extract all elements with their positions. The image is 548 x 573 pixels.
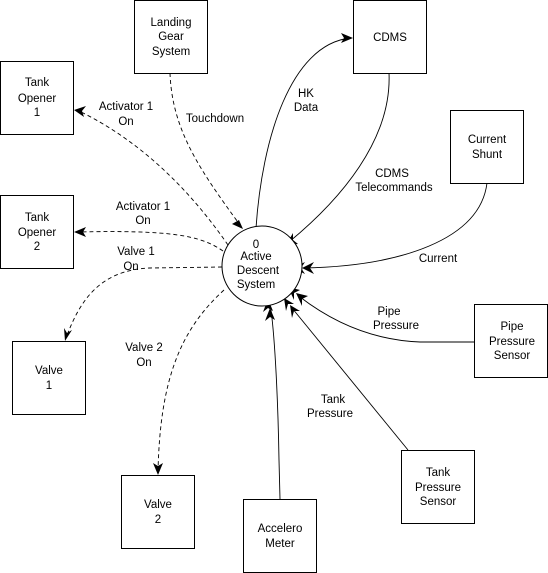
entity-valve-1[interactable]: Valve 1 xyxy=(12,341,86,415)
flow-valve-2-on: Valve 2 On xyxy=(125,289,225,475)
entity-label: Pressure xyxy=(489,336,535,348)
entity-label: Opener xyxy=(18,227,57,239)
entity-label: Tank xyxy=(25,77,50,89)
entity-landing-gear-system[interactable]: Landing Gear System xyxy=(134,0,208,74)
entity-label: Pressure xyxy=(415,482,461,494)
entity-tank-opener-2[interactable]: Tank Opener 2 xyxy=(0,195,74,269)
entity-label: Current xyxy=(468,134,507,146)
entity-label: System xyxy=(152,46,190,58)
entity-label: Opener xyxy=(18,93,57,105)
entity-current-shunt[interactable]: Current Shunt xyxy=(450,110,524,184)
entity-label: 1 xyxy=(34,107,40,119)
entity-label: Tank xyxy=(426,467,451,479)
arrowhead-icon xyxy=(341,33,353,43)
entity-label: 2 xyxy=(34,241,40,253)
flow-label-pipe-pressure: Pressure xyxy=(373,320,419,332)
data-flow-diagram: Touchdown HK Data CDMS Telecommands Curr… xyxy=(0,0,548,573)
entity-label: Landing xyxy=(151,17,192,29)
flow-label-telecommands: Telecommands xyxy=(355,182,433,194)
process-active-descent-system[interactable]: 0 Active Descent System xyxy=(221,225,303,307)
flow-label-tank-pressure: Pressure xyxy=(307,408,353,420)
flow-label-cdms: CDMS xyxy=(375,168,409,180)
entity-label: Meter xyxy=(265,538,295,550)
entity-label: Gear xyxy=(158,31,184,43)
flow-label-activator1-a: Activator 1 xyxy=(99,101,153,113)
entity-accelero-meter[interactable]: Accelero Meter xyxy=(243,499,317,573)
entity-label: CDMS xyxy=(373,32,407,44)
entity-pipe-pressure-sensor[interactable]: Pipe Pressure Sensor xyxy=(474,304,548,378)
process-label-line3: System xyxy=(237,279,275,291)
flow-label-current: Current xyxy=(419,253,458,265)
arrowhead-icon xyxy=(74,106,86,117)
flow-label-hk-data: Data xyxy=(294,102,319,114)
flow-label-activator1-b: Activator 1 xyxy=(116,201,170,213)
entity-label: 2 xyxy=(155,514,161,526)
flow-label-pipe: Pipe xyxy=(377,306,400,318)
entity-label: Valve xyxy=(144,499,172,511)
flow-label-hk: HK xyxy=(298,88,314,100)
flow-label-on-a: On xyxy=(118,116,133,128)
flow-current: Current xyxy=(293,182,488,274)
entity-valve-2[interactable]: Valve 2 xyxy=(121,475,195,549)
flow-accelerometer xyxy=(263,299,281,500)
flow-touchdown: Touchdown xyxy=(169,72,244,229)
entity-label: Pipe xyxy=(500,321,523,333)
arrowhead-icon xyxy=(265,308,275,321)
flow-label-valve2-on: On xyxy=(136,357,151,369)
arrowhead-icon xyxy=(64,328,72,341)
flow-label-touchdown: Touchdown xyxy=(186,113,244,125)
entity-cdms[interactable]: CDMS xyxy=(353,0,427,74)
process-label-line2: Descent xyxy=(237,265,280,277)
flow-label-valve1-on: On xyxy=(123,261,138,273)
entity-label: Sensor xyxy=(494,350,531,362)
entity-label: Sensor xyxy=(420,496,457,508)
flow-hk-data: HK Data xyxy=(255,33,353,229)
arrowhead-icon xyxy=(232,220,243,229)
entity-label: Tank xyxy=(25,212,50,224)
flow-label-on-b: On xyxy=(135,215,150,227)
flow-label-tank: Tank xyxy=(321,394,346,406)
entity-tank-opener-1[interactable]: Tank Opener 1 xyxy=(0,61,74,135)
process-number: 0 xyxy=(253,239,259,251)
flow-label-valve2: Valve 2 xyxy=(125,342,163,354)
entity-tank-pressure-sensor[interactable]: Tank Pressure Sensor xyxy=(401,450,475,524)
entity-label: Accelero xyxy=(258,523,303,535)
arrowhead-icon xyxy=(296,293,308,306)
flow-valve-1-on: Valve 1 On xyxy=(64,246,223,341)
entity-label: 1 xyxy=(46,380,52,392)
entity-label: Valve xyxy=(35,365,63,377)
flow-pipe-pressure: Pipe Pressure xyxy=(288,287,474,343)
process-label-line1: Active xyxy=(240,251,271,263)
entity-label: Shunt xyxy=(472,149,503,161)
flow-label-valve1: Valve 1 xyxy=(117,246,155,258)
